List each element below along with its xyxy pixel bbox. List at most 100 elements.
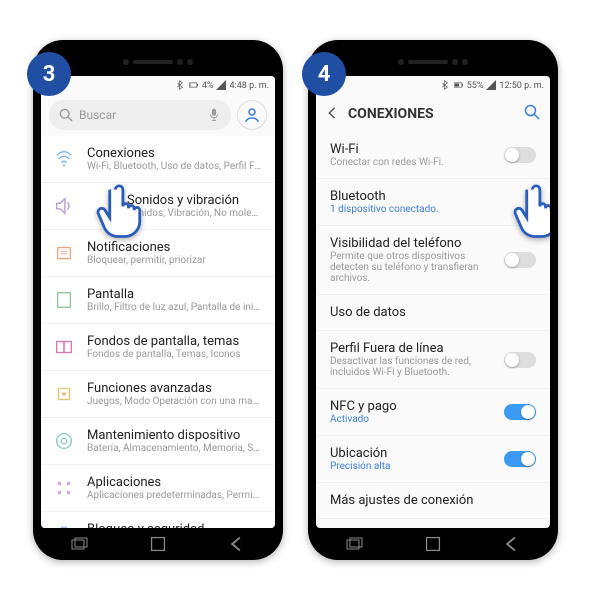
search-icon[interactable] (524, 104, 540, 124)
connections-title: CONEXIONES (348, 106, 514, 122)
settings-item-sub: Fondos de pantalla, Temas, Íconos (87, 349, 263, 360)
home-button[interactable] (424, 537, 442, 551)
connections-item-location[interactable]: Ubicación Precisión alta (316, 436, 550, 483)
connections-item-visibility[interactable]: Visibilidad del teléfono Permite que otr… (316, 226, 550, 295)
connections-item-nfc[interactable]: NFC y pago Activado (316, 389, 550, 436)
status-time: 12:50 p. m. (499, 81, 544, 91)
settings-item-sub: Aplicaciones predeterminadas, Permisos d… (87, 490, 263, 501)
connections-header: CONEXIONES (316, 96, 550, 132)
phone-top (41, 48, 275, 76)
connections-item-sub: Permite que otros dispositivos detecten … (330, 251, 504, 284)
wifi-toggle[interactable] (504, 147, 536, 163)
search-icon (59, 108, 73, 122)
connections-item-bluetooth[interactable]: Bluetooth 1 dispositivo conectado. (316, 179, 550, 226)
signal-icon (216, 80, 226, 93)
recents-button[interactable] (71, 537, 89, 551)
settings-item-sub: Bloquear, permitir, priorizar (87, 255, 263, 266)
connections-item-title: Wi-Fi (330, 142, 504, 157)
battery-icon (454, 80, 464, 93)
connections-item-offline[interactable]: Perfil Fuera de línea Desactivar las fun… (316, 331, 550, 389)
microphone-icon[interactable] (207, 108, 221, 122)
recents-button[interactable] (346, 537, 364, 551)
status-bar: 4% 4:48 p. m. (41, 76, 275, 96)
search-input[interactable]: Buscar (49, 100, 231, 130)
settings-item-pantalla[interactable]: Pantalla Brillo, Filtro de luz azul, Pan… (41, 277, 275, 324)
offline-toggle[interactable] (504, 352, 536, 368)
profile-button[interactable] (237, 100, 267, 130)
settings-item-fondos[interactable]: Fondos de pantalla, temas Fondos de pant… (41, 324, 275, 371)
advanced-icon (53, 383, 75, 405)
settings-item-notificaciones[interactable]: Notificaciones Bloquear, permitir, prior… (41, 230, 275, 277)
notifications-icon (53, 242, 75, 264)
search-row: Buscar (41, 96, 275, 136)
settings-item-title: Pantalla (87, 287, 263, 302)
connections-item-sub: 1 dispositivo conectado. (330, 204, 536, 215)
step-badge-3: 3 (27, 52, 71, 96)
connections-item-title: Ubicación (330, 446, 504, 461)
settings-item-title: Fondos de pantalla, temas (87, 334, 263, 349)
settings-item-sub: Sonidos, Vibración, No molestar (87, 208, 263, 219)
connections-item-title: Perfil Fuera de línea (330, 341, 504, 356)
lock-icon (53, 524, 75, 528)
settings-item-title: Bloqueo y seguridad (87, 522, 263, 528)
nfc-toggle[interactable] (504, 404, 536, 420)
connections-list: Wi-Fi Conectar con redes Wi-Fi. Bluetoot… (316, 132, 550, 519)
bluetooth-icon (441, 80, 451, 93)
battery-percent: 55% (467, 81, 484, 91)
connections-item-sub: Desactivar las funciones de red, incluid… (330, 356, 504, 378)
settings-item-sub: Batería, Almacenamiento, Memoria, Seguri… (87, 443, 263, 454)
connections-item-sub: Activado (330, 414, 504, 425)
settings-item-aplicaciones[interactable]: Aplicaciones Aplicaciones predeterminada… (41, 465, 275, 512)
back-button[interactable] (502, 537, 520, 551)
settings-item-mantenimiento[interactable]: Mantenimiento dispositivo Batería, Almac… (41, 418, 275, 465)
connections-item-title: Visibilidad del teléfono (330, 236, 504, 251)
battery-icon (189, 80, 199, 93)
location-toggle[interactable] (504, 451, 536, 467)
phone-frame-right: 55% 12:50 p. m. CONEXIONES Wi-Fi (308, 40, 558, 560)
settings-list: Conexiones Wi-Fi, Bluetooth, Uso de dato… (41, 136, 275, 528)
connections-item-wifi[interactable]: Wi-Fi Conectar con redes Wi-Fi. (316, 132, 550, 179)
apps-icon (53, 477, 75, 499)
connections-item-title: NFC y pago (330, 399, 504, 414)
status-bar: 55% 12:50 p. m. (316, 76, 550, 96)
display-icon (53, 289, 75, 311)
settings-item-bloqueo[interactable]: Bloqueo y seguridad Always On Display, I… (41, 512, 275, 528)
battery-percent: 4% (202, 81, 214, 91)
themes-icon (53, 336, 75, 358)
maintenance-icon (53, 430, 75, 452)
back-chevron-icon[interactable] (326, 105, 338, 124)
signal-icon (486, 80, 496, 93)
screen-settings: 4% 4:48 p. m. Buscar (41, 76, 275, 528)
bluetooth-icon (176, 80, 186, 93)
settings-item-conexiones[interactable]: Conexiones Wi-Fi, Bluetooth, Uso de dato… (41, 136, 275, 183)
visibility-toggle[interactable] (504, 252, 536, 268)
phone-top (316, 48, 550, 76)
connections-icon (53, 148, 75, 170)
settings-item-sonidos[interactable]: Sonidos y vibración Sonidos, Vibración, … (41, 183, 275, 230)
back-button[interactable] (227, 537, 245, 551)
settings-item-title: Mantenimiento dispositivo (87, 428, 263, 443)
connections-item-data[interactable]: Uso de datos (316, 295, 550, 331)
connections-item-more[interactable]: Más ajustes de conexión (316, 483, 550, 519)
connections-item-sub: Precisión alta (330, 461, 504, 472)
settings-item-title: Sonidos y vibración (87, 193, 263, 208)
step-badge-4: 4 (302, 52, 346, 96)
sound-icon (53, 195, 75, 217)
settings-item-funciones[interactable]: Funciones avanzadas Juegos, Modo Operaci… (41, 371, 275, 418)
home-button[interactable] (149, 537, 167, 551)
settings-item-sub: Wi-Fi, Bluetooth, Uso de datos, Perfil F… (87, 161, 263, 172)
connections-item-title: Uso de datos (330, 305, 536, 320)
status-time: 4:48 p. m. (229, 81, 269, 91)
settings-item-title: Funciones avanzadas (87, 381, 263, 396)
connections-item-title: Bluetooth (330, 189, 536, 204)
screen-connections: 55% 12:50 p. m. CONEXIONES Wi-Fi (316, 76, 550, 528)
settings-item-title: Aplicaciones (87, 475, 263, 490)
connections-item-sub: Conectar con redes Wi-Fi. (330, 157, 504, 168)
connections-item-title: Más ajustes de conexión (330, 493, 536, 508)
settings-item-title: Conexiones (87, 146, 263, 161)
android-nav-bar (41, 528, 275, 560)
settings-item-sub: Brillo, Filtro de luz azul, Pantalla de … (87, 302, 263, 313)
settings-item-title: Notificaciones (87, 240, 263, 255)
phone-frame-left: 4% 4:48 p. m. Buscar (33, 40, 283, 560)
settings-item-sub: Juegos, Modo Operación con una mano (87, 396, 263, 407)
